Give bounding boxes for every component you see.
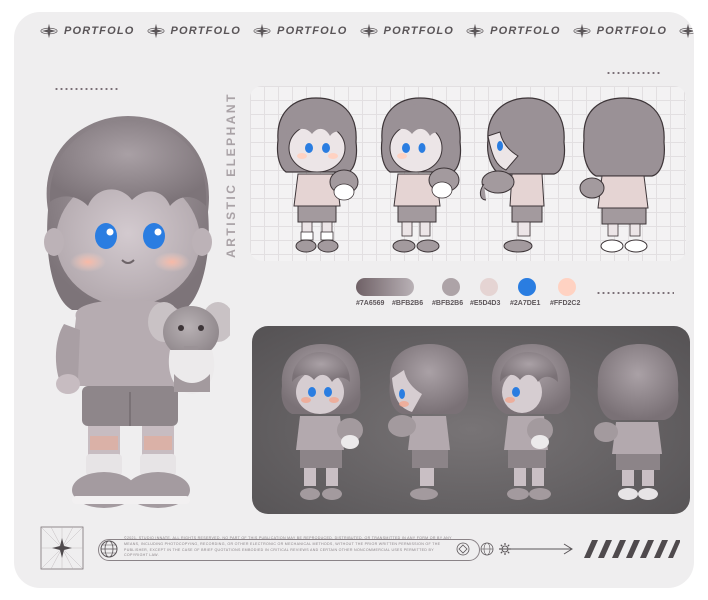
turnaround-side-view [479,97,566,253]
turnaround-back-view [579,97,665,253]
stripe-pattern-icon [584,540,680,558]
header-label: PORTFOLO [64,25,135,37]
globe-small-icon [480,542,494,556]
render-three-quarter-figure [388,344,469,500]
sparkle-icon [466,23,484,39]
dotted-divider [54,88,118,90]
header-item: PORTFOLO [253,22,348,40]
turnaround-sheet [250,86,686,261]
arrow-right-icon [500,543,573,555]
palette-swatch-gradient [356,278,414,296]
header-label: PORTFOLO [170,25,242,37]
sparkle-icon [147,23,164,39]
palette-label: #7A6569 [356,300,385,307]
dotted-divider [596,292,674,294]
palette-label: #FFD2C2 [550,300,581,307]
palette-label: #E5D4D3 [470,300,501,307]
header-item: PORTFOLO [147,22,242,40]
render-side-figure [491,344,571,500]
footer: ©2021. STUDIO INNATE. ALL RIGHTS RESERVE… [40,526,690,572]
sparkle-logo-icon [40,526,84,570]
palette-label: #2A7DE1 [510,300,541,307]
header-item: PORTFOLO [466,22,561,40]
render-back-figure [594,344,679,500]
header-label: PORTFOLO [596,25,668,37]
palette-label: #BFB2B6 [432,300,464,307]
palette-swatch [558,278,576,296]
header-item: PORTFOLO [40,22,135,40]
header-label: PORTFOLO [490,25,561,37]
sparkle-icon [360,23,378,39]
vertical-title-text: ARTISTIC ELEPHANT [224,92,238,258]
diamond-emblem-icon [456,542,470,556]
palette-swatch [480,278,498,296]
legal-notice: ©2021. STUDIO INNATE. ALL RIGHTS RESERVE… [124,536,452,558]
header-item: PORTFOLO [679,22,694,40]
sparkle-icon [253,23,271,39]
header-label: PORTFOLO [277,25,348,37]
globe-icon [100,540,118,558]
sparkle-icon [573,23,591,39]
turnaround-three-quarter-view [380,97,462,253]
portfolio-board: PORTFOLO PORTFOLO PORTFOLO PORTFOLO PORT… [14,12,694,588]
header-item: PORTFOLO [573,22,668,40]
turnaround-front-view [276,97,359,253]
sparkle-icon [679,23,694,39]
render-front-figure [281,344,363,500]
header-label: PORTFOLO [383,25,455,37]
hero-figure-illustration [44,116,230,508]
vertical-title: ARTISTIC ELEPHANT [220,92,242,258]
dotted-divider [606,72,662,74]
palette-swatch [442,278,460,296]
portfolio-header-strip: PORTFOLO PORTFOLO PORTFOLO PORTFOLO PORT… [40,22,694,40]
header-item: PORTFOLO [360,22,455,40]
palette-swatch [518,278,536,296]
palette-label: #BFB2B6 [392,300,424,307]
render-figures [281,344,679,500]
sparkle-icon [40,23,58,39]
render-panel [252,326,690,514]
